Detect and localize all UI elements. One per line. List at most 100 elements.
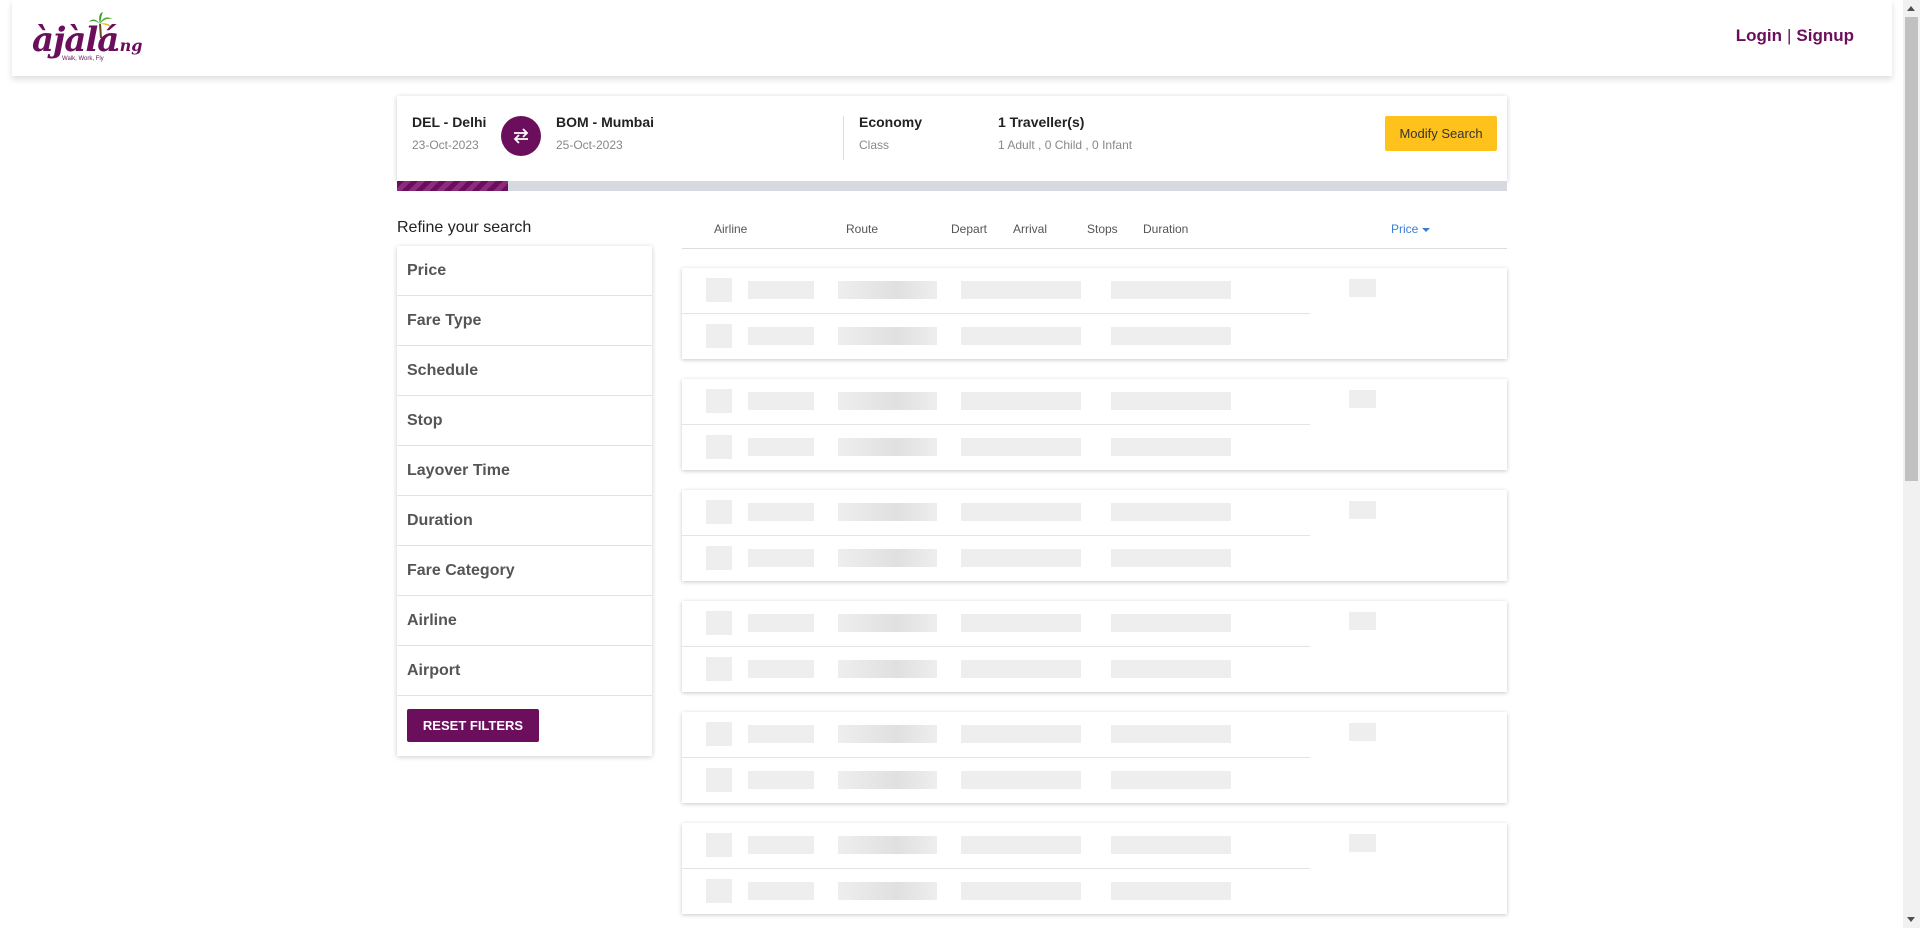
login-link[interactable]: Login [1736, 26, 1782, 45]
filters-panel: Price Fare Type Schedule Stop Layover Time Du… [397, 246, 652, 756]
return-date: 25-Oct-2023 [556, 138, 623, 152]
col-route[interactable]: Route [846, 222, 878, 236]
skeleton-placeholder [748, 392, 814, 410]
skeleton-price-placeholder [1349, 279, 1376, 297]
skeleton-placeholder [1111, 392, 1231, 410]
ajala-logo[interactable]: àjàlá .ng Walk, Work, Fly [32, 12, 152, 64]
skeleton-placeholder [961, 392, 1081, 410]
leg-divider [682, 868, 1310, 869]
skeleton-placeholder [748, 503, 814, 521]
filter-layover-time[interactable]: Layover Time [397, 446, 652, 496]
skeleton-placeholder [706, 500, 732, 524]
class-segment: Economy Class [859, 114, 922, 152]
filter-airline[interactable]: Airline [397, 596, 652, 646]
filter-schedule[interactable]: Schedule [397, 346, 652, 396]
skeleton-price-placeholder [1349, 390, 1376, 408]
skeleton-placeholder [838, 882, 937, 900]
signup-link[interactable]: Signup [1796, 26, 1854, 45]
scrollbar-thumb[interactable] [1905, 17, 1918, 481]
skeleton-placeholder [838, 771, 937, 789]
flight-result-card-skeleton [682, 712, 1507, 803]
skeleton-placeholder [961, 836, 1081, 854]
filter-price[interactable]: Price [397, 246, 652, 296]
page-scrollbar[interactable] [1903, 0, 1920, 928]
skeleton-placeholder [838, 281, 937, 299]
skeleton-placeholder [706, 324, 732, 348]
skeleton-placeholder [1111, 725, 1231, 743]
skeleton-placeholder [1111, 836, 1231, 854]
col-arrival[interactable]: Arrival [1013, 222, 1047, 236]
skeleton-placeholder [706, 657, 732, 681]
divider [843, 116, 844, 160]
skeleton-placeholder [748, 549, 814, 567]
skeleton-placeholder [838, 614, 937, 632]
skeleton-placeholder [961, 882, 1081, 900]
flight-result-card-skeleton [682, 379, 1507, 470]
results-header: Airline Route Depart Arrival Stops Durat… [682, 210, 1507, 249]
filter-list: Price Fare Type Schedule Stop Layover Time Du… [397, 246, 652, 696]
skeleton-placeholder [961, 281, 1081, 299]
search-summary-card: DEL - Delhi 23-Oct-2023 BOM - Mumbai 25-… [397, 96, 1507, 181]
origin-segment: DEL - Delhi 23-Oct-2023 [412, 114, 486, 152]
skeleton-placeholder [748, 660, 814, 678]
skeleton-placeholder [1111, 771, 1231, 789]
cabin-class-value: Economy [859, 114, 923, 130]
filter-fare-category[interactable]: Fare Category [397, 546, 652, 596]
modify-search-button[interactable]: Modify Search [1385, 116, 1497, 151]
skeleton-placeholder [706, 278, 732, 302]
skeleton-placeholder [706, 722, 732, 746]
col-depart[interactable]: Depart [951, 222, 987, 236]
filter-airport[interactable]: Airport [397, 646, 652, 696]
skeleton-placeholder [838, 327, 937, 345]
filter-stop[interactable]: Stop [397, 396, 652, 446]
skeleton-placeholder [706, 435, 732, 459]
auth-links: Login | Signup [1736, 26, 1854, 46]
reset-filters-button[interactable]: RESET FILTERS [407, 709, 539, 742]
filter-fare-type[interactable]: Fare Type [397, 296, 652, 346]
col-price-sort[interactable]: Price [1391, 222, 1431, 236]
skeleton-placeholder [748, 614, 814, 632]
skeleton-placeholder [748, 281, 814, 299]
skeleton-placeholder [1111, 503, 1231, 521]
destination-city: BOM - Mumbai [556, 114, 654, 130]
skeleton-placeholder [838, 503, 937, 521]
skeleton-placeholder [961, 549, 1081, 567]
scroll-down-arrow-icon[interactable] [1907, 917, 1915, 922]
flight-result-card-skeleton [682, 268, 1507, 359]
top-navbar: àjàlá .ng Walk, Work, Fly Login | Signup [12, 0, 1892, 76]
skeleton-placeholder [961, 660, 1081, 678]
skeleton-placeholder [961, 771, 1081, 789]
skeleton-placeholder [706, 833, 732, 857]
leg-divider [682, 535, 1310, 536]
skeleton-placeholder [1111, 438, 1231, 456]
skeleton-placeholder [748, 725, 814, 743]
origin-city: DEL - Delhi [412, 114, 487, 130]
filter-duration[interactable]: Duration [397, 496, 652, 546]
destination-segment: BOM - Mumbai 25-Oct-2023 [556, 114, 654, 152]
travellers-count: 1 Traveller(s) [998, 114, 1085, 130]
skeleton-placeholder [961, 327, 1081, 345]
scroll-up-arrow-icon[interactable] [1907, 6, 1915, 11]
skeleton-price-placeholder [1349, 723, 1376, 741]
skeleton-placeholder [961, 614, 1081, 632]
swap-button[interactable] [501, 116, 541, 156]
skeleton-placeholder [706, 611, 732, 635]
skeleton-placeholder [838, 660, 937, 678]
sort-caret-down-icon [1422, 227, 1431, 232]
skeleton-placeholder [961, 503, 1081, 521]
skeleton-placeholder [706, 879, 732, 903]
col-stops[interactable]: Stops [1087, 222, 1118, 236]
skeleton-placeholder [838, 438, 937, 456]
skeleton-placeholder [706, 546, 732, 570]
col-duration[interactable]: Duration [1143, 222, 1188, 236]
leg-divider [682, 757, 1310, 758]
skeleton-placeholder [1111, 549, 1231, 567]
depart-date: 23-Oct-2023 [412, 138, 479, 152]
skeleton-price-placeholder [1349, 612, 1376, 630]
progress-fill [397, 181, 508, 191]
skeleton-price-placeholder [1349, 501, 1376, 519]
skeleton-placeholder [748, 438, 814, 456]
col-airline[interactable]: Airline [714, 222, 747, 236]
travellers-segment: 1 Traveller(s) 1 Adult , 0 Child , 0 Inf… [998, 114, 1132, 152]
skeleton-placeholder [748, 771, 814, 789]
